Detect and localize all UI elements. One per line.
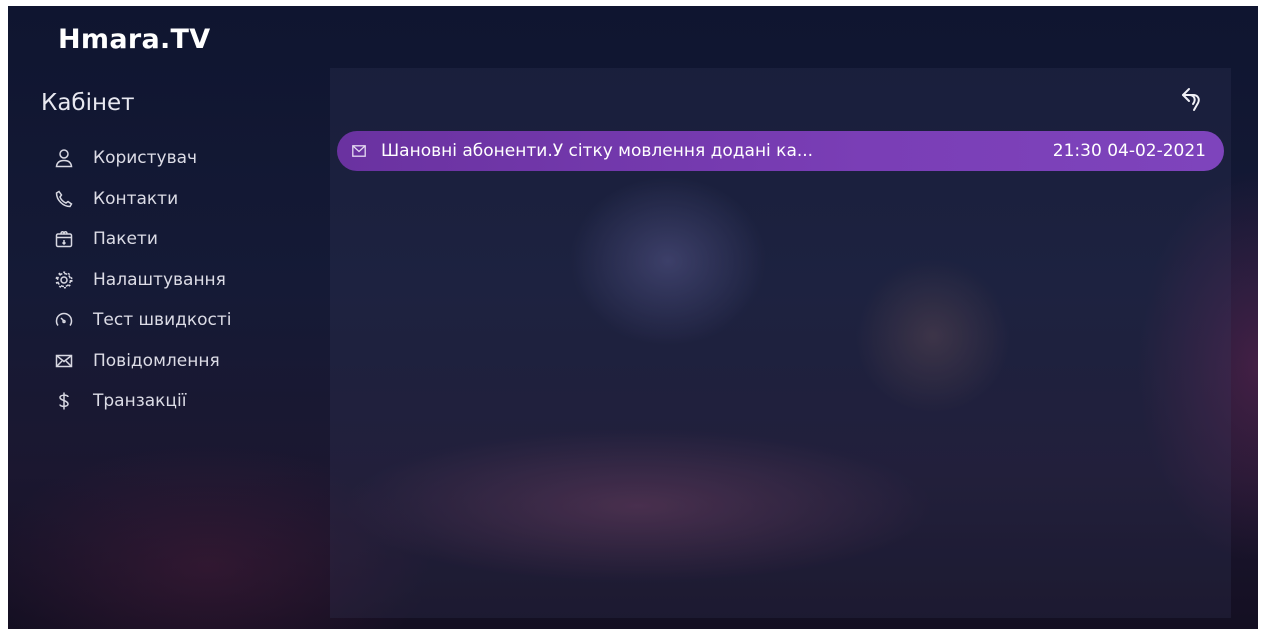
- sidebar-item-user[interactable]: Користувач: [53, 138, 232, 179]
- sidebar-item-label: Користувач: [93, 148, 198, 169]
- sidebar-item-packages[interactable]: Пакети: [53, 219, 232, 260]
- sidebar-menu: Користувач Контакти Пакети Налаштування …: [53, 138, 232, 422]
- sidebar-item-label: Тест швидкості: [93, 310, 232, 331]
- sidebar-item-messages[interactable]: Повідомлення: [53, 341, 232, 382]
- gear-icon: [53, 269, 75, 291]
- envelope-icon: [53, 350, 75, 372]
- message-date: 21:30 04-02-2021: [1052, 141, 1206, 161]
- sidebar-item-label: Налаштування: [93, 269, 226, 290]
- phone-icon: [53, 188, 75, 210]
- sidebar-item-speed-test[interactable]: Тест швидкості: [53, 300, 232, 341]
- user-icon: [53, 147, 75, 169]
- package-icon: [53, 228, 75, 250]
- sidebar-item-label: Повідомлення: [93, 350, 220, 371]
- sidebar-item-settings[interactable]: Налаштування: [53, 260, 232, 301]
- back-button[interactable]: [1173, 82, 1209, 118]
- envelope-icon: [351, 143, 367, 159]
- tv-screen: Hmara.TV Кабінет Користувач Контакти Пак…: [8, 6, 1258, 629]
- sidebar-item-label: Транзакції: [93, 391, 187, 412]
- speedometer-icon: [53, 309, 75, 331]
- sidebar-item-label: Контакти: [93, 188, 179, 209]
- sidebar-item-transactions[interactable]: Транзакції: [53, 381, 232, 422]
- message-row[interactable]: Шановні абоненти.У сітку мовлення додані…: [337, 131, 1224, 171]
- messages-panel: Шановні абоненти.У сітку мовлення додані…: [330, 68, 1231, 618]
- app-logo: Hmara.TV: [58, 24, 211, 55]
- back-arrow-icon: [1182, 88, 1200, 111]
- sidebar-item-label: Пакети: [93, 229, 158, 250]
- dollar-icon: [53, 390, 75, 412]
- section-title: Кабінет: [41, 90, 135, 116]
- message-subject: Шановні абоненти.У сітку мовлення додані…: [381, 141, 814, 161]
- sidebar-item-contacts[interactable]: Контакти: [53, 179, 232, 220]
